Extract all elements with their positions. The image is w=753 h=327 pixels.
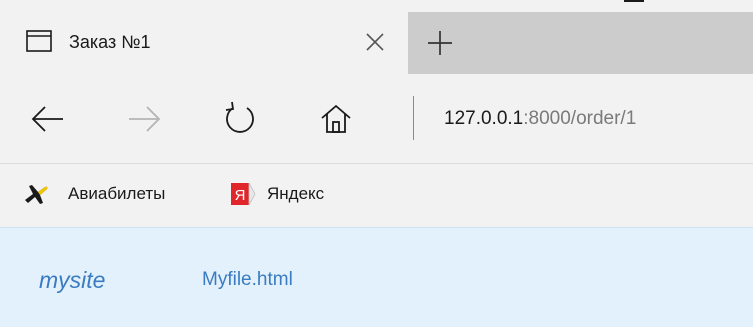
airplane-icon [25,185,48,204]
favorites-bar: Авиабилеты Я Яндекс [0,163,753,227]
page-navbar: mysite Myfile.html [0,227,753,327]
favorite-yandex[interactable]: Я Яндекс [230,180,370,208]
tab-strip-empty-area [408,12,753,74]
navigation-bar: 127.0.0.1:8000/order/1 [0,74,753,163]
address-divider [413,96,414,140]
tab-active[interactable]: Заказ №1 [0,12,408,74]
home-icon[interactable] [318,101,354,137]
minimize-indicator[interactable] [624,0,644,2]
favorite-label: Авиабилеты [68,184,166,203]
close-icon[interactable] [362,29,388,55]
yandex-icon: Я [231,182,256,206]
tab-strip: Заказ №1 [0,0,753,74]
browser-window: Заказ №1 127.0.0.1:8000/order/1 Авиабиле… [0,0,753,327]
favorite-label: Яндекс [267,184,325,203]
favorite-aviabilety[interactable]: Авиабилеты [23,180,203,208]
tab-page-icon [26,30,52,52]
address-path: :8000/order/1 [523,108,637,129]
address-bar[interactable]: 127.0.0.1:8000/order/1 [444,108,636,130]
svg-text:Я: Я [235,187,246,204]
arrow-left-icon[interactable] [30,101,66,137]
plus-icon[interactable] [426,29,454,57]
address-host: 127.0.0.1 [444,108,524,129]
tab-title: Заказ №1 [69,32,151,52]
refresh-icon[interactable] [222,101,258,137]
arrow-right-icon[interactable] [126,101,162,137]
site-brand-link[interactable]: mysite [39,267,105,293]
myfile-link[interactable]: Myfile.html [202,269,293,291]
